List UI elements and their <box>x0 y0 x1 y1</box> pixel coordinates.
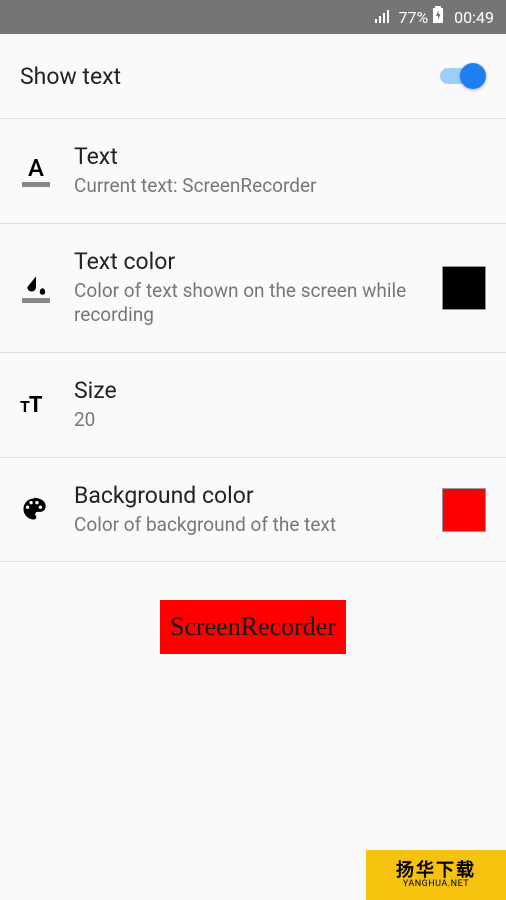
text-title: Text <box>74 143 486 170</box>
show-text-row[interactable]: Show text <box>0 34 506 119</box>
preview-area: ScreenRecorder <box>0 562 506 654</box>
bg-color-title: Background color <box>74 482 438 509</box>
text-color-row[interactable]: Text color Color of text shown on the sc… <box>0 224 506 353</box>
text-color-title: Text color <box>74 248 438 275</box>
watermark: 扬华下载 YANGHUA.NET <box>366 850 506 900</box>
text-color-swatch <box>442 266 486 310</box>
size-title: Size <box>74 377 486 404</box>
status-bar: 77% 00:49 <box>0 0 506 34</box>
text-row[interactable]: A Text Current text: ScreenRecorder <box>0 119 506 224</box>
size-value: 20 <box>74 408 486 433</box>
watermark-en: YANGHUA.NET <box>396 880 476 889</box>
preview-text: ScreenRecorder <box>160 600 346 654</box>
text-color-sub: Color of text shown on the screen while … <box>74 279 438 328</box>
show-text-label: Show text <box>20 63 121 90</box>
bg-color-swatch <box>442 488 486 532</box>
battery-charging-icon <box>432 6 444 28</box>
battery-percentage: 77% <box>398 8 428 27</box>
text-icon: A <box>20 156 52 187</box>
bg-color-sub: Color of background of the text <box>74 513 438 538</box>
show-text-toggle[interactable] <box>438 62 486 90</box>
watermark-zh: 扬华下载 <box>396 862 476 880</box>
signal-icon <box>374 8 392 27</box>
fill-color-icon <box>20 274 52 303</box>
text-size-icon: TT <box>20 393 42 418</box>
clock: 00:49 <box>454 8 494 27</box>
size-row[interactable]: TT Size 20 <box>0 353 506 458</box>
palette-icon <box>20 495 48 527</box>
bg-color-row[interactable]: Background color Color of background of … <box>0 458 506 563</box>
text-sub: Current text: ScreenRecorder <box>74 174 486 199</box>
